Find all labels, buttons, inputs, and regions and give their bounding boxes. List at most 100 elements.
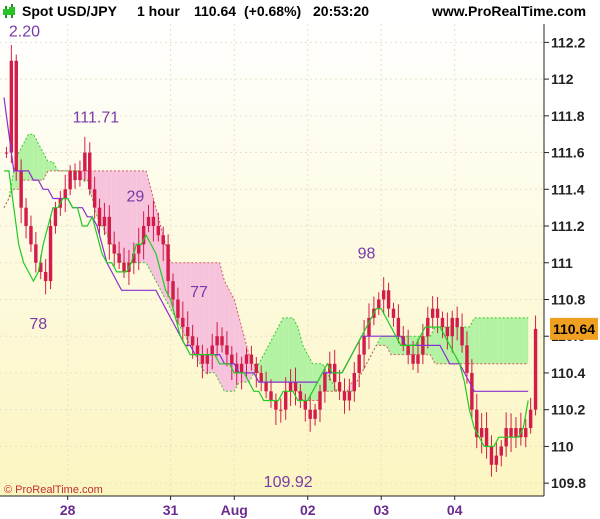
candle-body [489,446,494,465]
candle-body [171,281,175,300]
candle-body [303,400,308,410]
price-chart[interactable]: 2.20 111.71 29 78 77 98 109.92 109.8 110 110.2 11… [0,0,600,519]
cloud-segment [479,317,485,364]
candle-body [494,455,499,465]
cloud-segment [513,317,519,364]
candle-body [254,363,259,373]
candle-body [14,60,18,171]
candle-body [63,189,67,199]
chart-header: Spot USD/JPY 1 hour 110.64 (+0.68%) 20:5… [0,0,600,24]
symbol-label: Spot USD/JPY [22,3,117,19]
candle-body [396,317,401,337]
y-tick-label: 111.2 [551,218,585,234]
candle-body [78,170,82,181]
candle-body [176,299,180,318]
y-tick-label: 110 [551,438,574,454]
candle-body [210,345,214,355]
candle-body [406,345,410,355]
candle-body [195,345,200,355]
cloud-segment [523,317,529,364]
candle-body [391,308,396,318]
candle-body [68,170,72,190]
candle-body [479,428,484,438]
plot-background [0,24,544,496]
candle-body [381,290,386,300]
candle-body [205,354,210,364]
candle-body [190,336,195,346]
y-tick-label: 111.8 [551,108,585,124]
candle-body [264,382,268,392]
candle-body [83,152,87,171]
y-tick-label: 111 [551,255,573,271]
candle-body [357,354,361,373]
last-price-tag: 110.64 [550,317,598,340]
candle-body [244,354,249,364]
candle-body [288,382,293,392]
candle-body [362,336,366,355]
candle-body [337,382,342,392]
y-tick-label: 112 [551,71,574,87]
candle-body [249,354,254,364]
candle-body [440,317,445,328]
price-annotation: 98 [358,245,376,262]
cloud-segment [283,317,289,383]
candle-body [24,207,28,227]
candle-body [411,354,415,364]
y-tick-label: 110.8 [551,291,585,307]
candle-body [528,409,533,429]
candle-body [166,244,170,282]
candle-body [455,317,459,328]
candle-body [465,345,469,373]
y-tick-label: 110.2 [551,402,585,418]
candle-body [313,409,317,419]
price-annotation: 109.92 [264,474,313,491]
candle-body [161,235,165,245]
cloud-segment [278,317,284,383]
x-tick-label: Aug [221,502,248,518]
candle-body [230,354,234,364]
cloud-segment [474,317,480,364]
candle-body [533,328,538,410]
x-tick-label: 02 [300,502,316,518]
candle-body [200,354,205,364]
candle-body [34,244,38,263]
last-price-label: 110.64 [194,3,237,19]
candle-body [137,244,141,254]
candle-body [416,354,420,364]
candle-body [156,226,161,236]
clock-label: 20:53:20 [313,3,370,19]
cloud-segment [381,336,387,346]
candle-body [308,409,312,419]
candle-body [48,226,53,282]
candle-body [342,391,347,401]
candle-body [146,216,151,227]
candle-body [435,308,440,318]
candle-body [524,428,528,438]
candle-body [186,327,190,337]
candle-body [274,400,278,410]
x-tick-label: 28 [60,502,76,518]
change-label: (+0.68%) [244,3,302,19]
candle-body [53,207,58,227]
y-tick-label: 111.6 [551,145,585,161]
cloud-segment [508,317,514,364]
candle-body [318,391,322,410]
candle-body [107,216,112,245]
y-tick-label: 109.8 [551,475,586,491]
candle-body [92,189,97,208]
x-tick-label: 04 [447,502,463,518]
candle-body [283,391,288,410]
site-link[interactable]: www.ProRealTime.com [432,3,586,19]
candle-body [225,345,229,355]
candle-body [112,244,116,254]
cloud-segment [219,262,225,392]
timeframe-label[interactable]: 1 hour [137,3,180,19]
cloud-segment [498,317,504,364]
price-annotation: 2.20 [9,23,40,40]
candle-body [97,207,102,227]
candle-body [386,290,391,309]
x-tick-label: 03 [373,502,389,518]
y-axis: 109.8110110.2110.4110.6110.8111111.2111.… [543,24,600,496]
cloud-segment [126,170,132,263]
candle-body [279,409,283,411]
